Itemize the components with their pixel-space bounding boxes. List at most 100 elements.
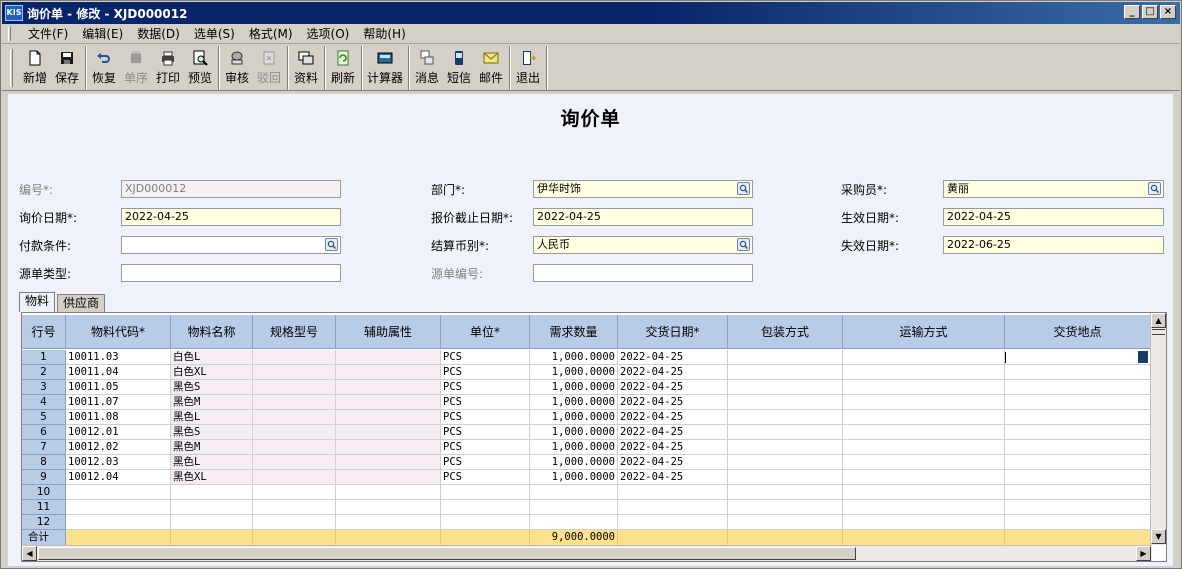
- source-number-field[interactable]: [533, 264, 753, 282]
- table-cell[interactable]: [1005, 440, 1151, 455]
- table-cell[interactable]: [728, 410, 843, 425]
- table-cell[interactable]: 白色XL: [171, 365, 253, 380]
- table-cell[interactable]: [843, 365, 1005, 380]
- menu-item-5[interactable]: 选项(O): [300, 25, 357, 43]
- table-cell[interactable]: [530, 515, 618, 530]
- table-row[interactable]: 1 10011.03 白色L PCS 1,000.0000 2022-04-25: [22, 350, 1151, 365]
- table-cell[interactable]: 黑色XL: [171, 470, 253, 485]
- table-row[interactable]: 3 10011.05 黑色S PCS 1,000.0000 2022-04-25: [22, 380, 1151, 395]
- scroll-right-icon[interactable]: ▶: [1136, 546, 1151, 561]
- table-cell[interactable]: 10011.05: [66, 380, 171, 395]
- toolbar-button-refresh[interactable]: 刷新: [327, 46, 359, 90]
- table-cell[interactable]: [843, 470, 1005, 485]
- table-cell[interactable]: [171, 500, 253, 515]
- table-cell[interactable]: 10011.03: [66, 350, 171, 365]
- effective-date-field[interactable]: 2022-04-25: [943, 208, 1164, 226]
- maximize-button[interactable]: □: [1142, 5, 1158, 19]
- column-header[interactable]: 物料代码*: [66, 315, 171, 349]
- column-header[interactable]: 单位*: [441, 315, 530, 349]
- table-cell[interactable]: [728, 485, 843, 500]
- scroll-thumb[interactable]: [1152, 329, 1165, 335]
- table-cell[interactable]: 10012.04: [66, 470, 171, 485]
- table-row[interactable]: 12: [22, 515, 1151, 530]
- minimize-button[interactable]: _: [1124, 5, 1140, 19]
- toolbar-button-print[interactable]: 打印: [152, 46, 184, 90]
- table-cell[interactable]: [618, 500, 728, 515]
- table-cell[interactable]: [843, 350, 1005, 365]
- table-cell[interactable]: [843, 455, 1005, 470]
- menu-item-4[interactable]: 格式(M): [242, 25, 300, 43]
- table-cell[interactable]: [728, 470, 843, 485]
- table-cell[interactable]: [253, 410, 336, 425]
- column-header[interactable]: 规格型号: [253, 315, 336, 349]
- table-cell[interactable]: [728, 440, 843, 455]
- table-cell[interactable]: [441, 485, 530, 500]
- table-cell[interactable]: [1005, 455, 1151, 470]
- table-cell[interactable]: 1,000.0000: [530, 440, 618, 455]
- table-cell[interactable]: 2022-04-25: [618, 440, 728, 455]
- cell-lookup-icon[interactable]: [1138, 351, 1148, 363]
- table-cell[interactable]: [618, 485, 728, 500]
- table-cell[interactable]: [441, 515, 530, 530]
- table-cell[interactable]: [728, 350, 843, 365]
- table-cell[interactable]: 黑色L: [171, 455, 253, 470]
- table-row[interactable]: 7 10012.02 黑色M PCS 1,000.0000 2022-04-25: [22, 440, 1151, 455]
- tab-suppliers[interactable]: 供应商: [57, 294, 106, 312]
- table-cell[interactable]: 黑色M: [171, 395, 253, 410]
- menu-item-2[interactable]: 数据(D): [130, 25, 187, 43]
- table-cell[interactable]: [1005, 470, 1151, 485]
- table-cell[interactable]: [843, 440, 1005, 455]
- table-cell[interactable]: [728, 500, 843, 515]
- table-cell[interactable]: 10012.03: [66, 455, 171, 470]
- table-cell[interactable]: [66, 515, 171, 530]
- table-cell[interactable]: [843, 515, 1005, 530]
- search-icon[interactable]: [737, 238, 750, 251]
- table-row[interactable]: 2 10011.04 白色XL PCS 1,000.0000 2022-04-25: [22, 365, 1151, 380]
- table-cell[interactable]: PCS: [441, 440, 530, 455]
- currency-field[interactable]: 人民币: [533, 236, 753, 254]
- table-cell[interactable]: 1,000.0000: [530, 470, 618, 485]
- table-cell[interactable]: [336, 380, 441, 395]
- table-cell[interactable]: [336, 470, 441, 485]
- table-cell[interactable]: 2022-04-25: [618, 425, 728, 440]
- toolbar-button-reject[interactable]: 驳回: [253, 46, 285, 90]
- table-cell[interactable]: [253, 395, 336, 410]
- column-header[interactable]: 辅助属性: [336, 315, 441, 349]
- toolbar-button-audit[interactable]: 审核: [221, 46, 253, 90]
- table-cell[interactable]: [441, 500, 530, 515]
- toolbar-button-mail[interactable]: 邮件: [475, 46, 507, 90]
- table-cell[interactable]: [728, 365, 843, 380]
- table-cell[interactable]: 2022-04-25: [618, 470, 728, 485]
- horizontal-scrollbar[interactable]: ◀ ▶: [22, 545, 1152, 561]
- table-cell[interactable]: [728, 455, 843, 470]
- table-cell[interactable]: [1005, 485, 1151, 500]
- table-cell[interactable]: [843, 485, 1005, 500]
- table-cell[interactable]: [253, 455, 336, 470]
- column-header[interactable]: 需求数量: [530, 315, 618, 349]
- table-cell[interactable]: PCS: [441, 470, 530, 485]
- table-cell[interactable]: [253, 380, 336, 395]
- column-header[interactable]: 运输方式: [843, 315, 1005, 349]
- table-row[interactable]: 11: [22, 500, 1151, 515]
- column-header[interactable]: 包装方式: [728, 315, 843, 349]
- table-cell[interactable]: [336, 485, 441, 500]
- table-cell[interactable]: [1005, 425, 1151, 440]
- toolbar-button-sequence[interactable]: 单序: [120, 46, 152, 90]
- expiry-date-field[interactable]: 2022-06-25: [943, 236, 1164, 254]
- search-icon[interactable]: [1148, 182, 1161, 195]
- table-cell[interactable]: 1,000.0000: [530, 455, 618, 470]
- table-cell[interactable]: [336, 395, 441, 410]
- table-cell[interactable]: [253, 440, 336, 455]
- column-header[interactable]: 行号: [22, 315, 66, 349]
- table-cell[interactable]: [66, 500, 171, 515]
- menu-item-3[interactable]: 选单(S): [187, 25, 242, 43]
- table-cell[interactable]: [530, 485, 618, 500]
- table-cell[interactable]: 10011.07: [66, 395, 171, 410]
- table-cell[interactable]: [530, 500, 618, 515]
- column-header[interactable]: 交货地点: [1005, 315, 1151, 349]
- vertical-scrollbar[interactable]: ▲ ▼: [1150, 313, 1166, 545]
- scroll-left-icon[interactable]: ◀: [22, 546, 37, 561]
- table-cell[interactable]: PCS: [441, 380, 530, 395]
- table-cell[interactable]: [336, 365, 441, 380]
- table-cell[interactable]: 2022-04-25: [618, 350, 728, 365]
